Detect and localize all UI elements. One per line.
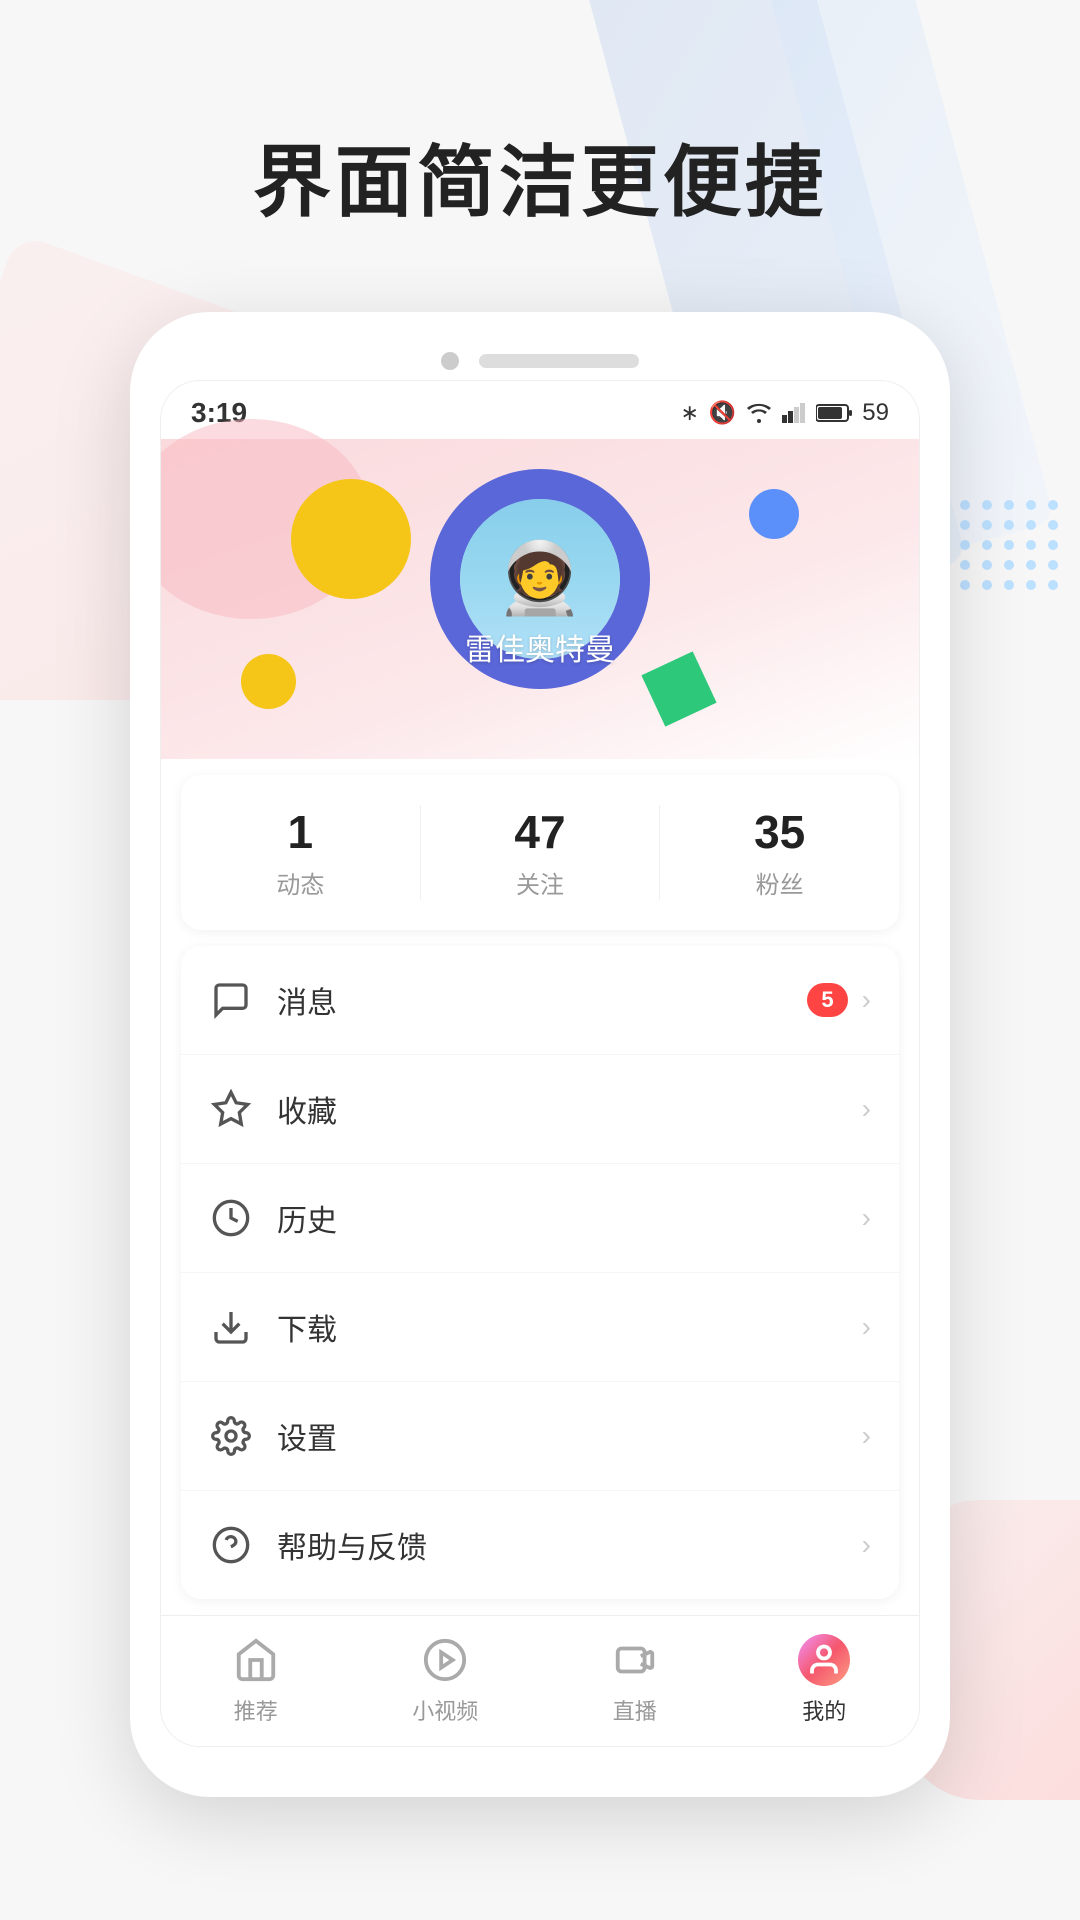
wifi-icon — [746, 402, 772, 424]
vibrate-icon: 🔇 — [709, 400, 736, 426]
stat-posts[interactable]: 1 动态 — [181, 805, 421, 900]
status-icons: ∗ 🔇 59 — [680, 399, 889, 427]
stat-following-label: 关注 — [516, 872, 564, 899]
favorites-chevron: › — [862, 1093, 871, 1125]
nav-recommend-label: 推荐 — [234, 1694, 278, 1726]
nav-live-label: 直播 — [613, 1694, 657, 1726]
download-label: 下载 — [277, 1305, 862, 1349]
my-icon — [798, 1634, 850, 1686]
stat-followers-label: 粉丝 — [756, 872, 804, 899]
help-icon — [209, 1523, 253, 1567]
page-title: 界面简洁更便捷 — [0, 0, 1080, 232]
settings-label: 设置 — [277, 1414, 862, 1458]
stat-following[interactable]: 47 关注 — [421, 805, 661, 900]
settings-icon — [209, 1414, 253, 1458]
dots-decoration — [938, 500, 1060, 590]
stats-card: 1 动态 47 关注 35 粉丝 — [181, 775, 899, 930]
history-icon — [209, 1196, 253, 1240]
stat-followers[interactable]: 35 粉丝 — [660, 805, 899, 900]
recommend-icon — [230, 1634, 282, 1686]
menu-item-download[interactable]: 下载 › — [181, 1273, 899, 1382]
download-chevron: › — [862, 1311, 871, 1343]
battery-percent: 59 — [862, 399, 889, 427]
help-label: 帮助与反馈 — [277, 1523, 862, 1567]
app-screen: 3:19 ∗ 🔇 59 — [160, 380, 920, 1747]
nav-live[interactable]: 直播 — [540, 1634, 730, 1726]
phone-camera — [441, 352, 459, 370]
favorites-label: 收藏 — [277, 1087, 862, 1131]
phone-physical-bar — [160, 352, 920, 370]
bg-blue-dot — [749, 489, 799, 539]
profile-username: 雷佳奥特曼 — [465, 625, 615, 669]
menu-item-help[interactable]: 帮助与反馈 › — [181, 1491, 899, 1599]
phone-speaker — [479, 354, 639, 368]
battery-icon — [816, 403, 852, 423]
short-video-icon — [419, 1634, 471, 1686]
help-chevron: › — [862, 1529, 871, 1561]
menu-list: 消息 5 › 收藏 › 历史 › — [181, 946, 899, 1599]
menu-item-history[interactable]: 历史 › — [181, 1164, 899, 1273]
stat-posts-number: 1 — [181, 805, 420, 859]
bluetooth-icon: ∗ — [680, 400, 698, 426]
history-chevron: › — [862, 1202, 871, 1234]
bg-yellow-small-dot — [241, 654, 296, 709]
nav-short-video-label: 小视频 — [412, 1694, 478, 1726]
message-label: 消息 — [277, 978, 807, 1022]
nav-recommend[interactable]: 推荐 — [161, 1634, 351, 1726]
profile-avatar[interactable]: 雷佳奥特曼 — [430, 469, 650, 689]
menu-item-settings[interactable]: 设置 › — [181, 1382, 899, 1491]
profile-header: 雷佳奥特曼 — [161, 439, 919, 759]
menu-item-message[interactable]: 消息 5 › — [181, 946, 899, 1055]
bg-yellow-circle — [291, 479, 411, 599]
favorites-icon — [209, 1087, 253, 1131]
live-icon — [609, 1634, 661, 1686]
phone-mockup: 3:19 ∗ 🔇 59 — [130, 312, 950, 1797]
nav-my-label: 我的 — [802, 1694, 846, 1726]
menu-item-favorites[interactable]: 收藏 › — [181, 1055, 899, 1164]
bg-green-shape — [628, 638, 731, 741]
stat-posts-label: 动态 — [276, 872, 324, 899]
nav-my[interactable]: 我的 — [730, 1634, 920, 1726]
signal-icon — [782, 403, 806, 423]
history-label: 历史 — [277, 1196, 862, 1240]
message-icon — [209, 978, 253, 1022]
settings-chevron: › — [862, 1420, 871, 1452]
download-icon — [209, 1305, 253, 1349]
nav-short-video[interactable]: 小视频 — [351, 1634, 541, 1726]
stat-following-number: 47 — [421, 805, 660, 859]
bottom-nav: 推荐 小视频 直播 我的 — [161, 1615, 919, 1746]
message-chevron: › — [862, 984, 871, 1016]
message-badge: 5 — [807, 983, 847, 1017]
stat-followers-number: 35 — [660, 805, 899, 859]
